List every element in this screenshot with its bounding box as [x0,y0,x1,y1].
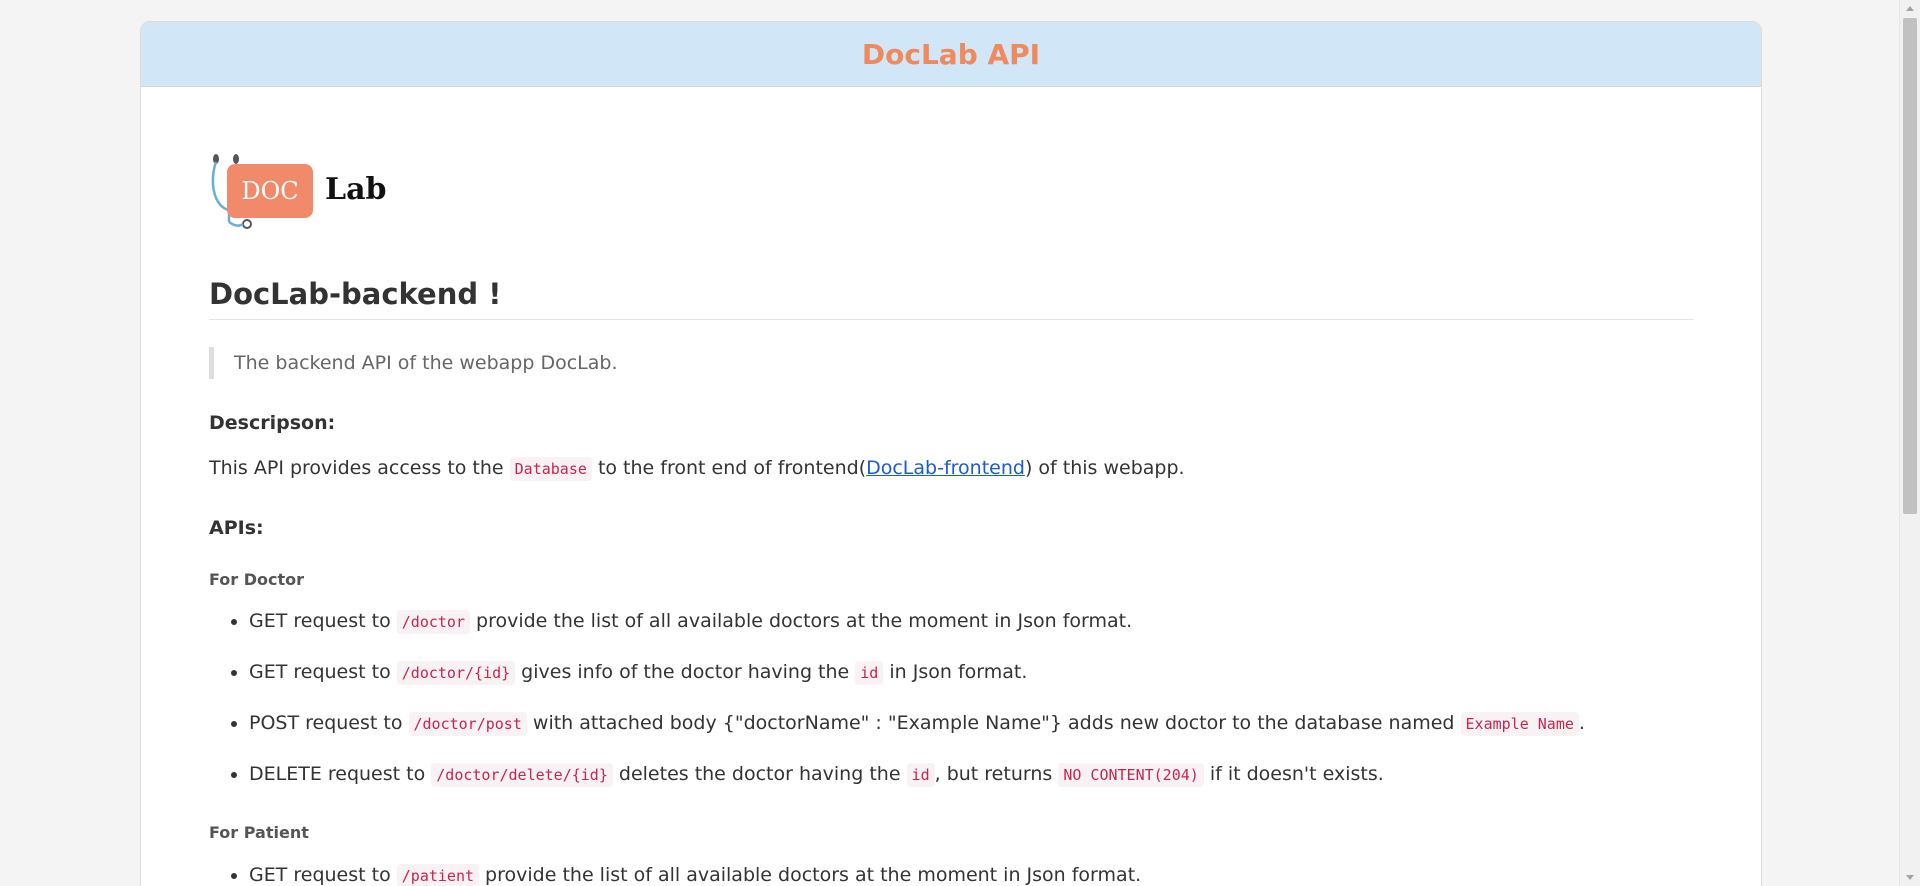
item-text: if it doesn't exists. [1203,763,1384,785]
scroll-down-arrow-icon[interactable] [1906,875,1914,880]
code-endpoint: /doctor/post [408,712,527,736]
list-item: DELETE request to /doctor/delete/{id} de… [249,760,1585,811]
tagline-text: The backend API of the webapp DocLab. [234,352,618,374]
code-endpoint: /doctor/{id} [396,661,516,685]
code-endpoint: /patient [396,864,480,886]
description-text: This API provides access to the [209,457,510,479]
code-inline: id [855,661,884,685]
description-heading: Descripson: [209,412,336,434]
scrollbar-thumb[interactable] [1903,18,1917,514]
doctor-api-list: GET request to /doctor provide the list … [209,607,1585,811]
code-endpoint: /doctor [396,610,470,634]
card-header: DocLab API [141,22,1761,87]
page: DocLab API DOC Lab DocLab-backend ! The … [0,0,1900,886]
readme-content: DOC Lab DocLab-backend ! The backend API… [209,152,1694,886]
item-text: GET request to [249,610,397,632]
list-item: GET request to /doctor provide the list … [249,607,1585,658]
scroll-up-arrow-icon[interactable] [1906,6,1914,11]
code-inline: Example Name [1460,712,1579,736]
vertical-scrollbar[interactable] [1899,0,1920,886]
doclab-logo: DOC Lab [209,152,409,232]
code-database: Database [509,457,592,481]
code-inline: id [906,763,935,787]
heading-wrap: DocLab-backend ! [209,277,1694,320]
patient-api-list: GET request to /patient provide the list… [209,861,1141,886]
project-tagline: The backend API of the webapp DocLab. [209,347,617,379]
list-item: GET request to /patient provide the list… [249,861,1141,886]
item-text: provide the list of all available doctor… [479,864,1142,886]
description-text: to the front end of frontend( [591,457,867,479]
item-text: . [1578,712,1585,734]
patient-section-heading: For Patient [209,823,309,842]
item-text: deletes the doctor having the [612,763,907,785]
logo-lab-text: Lab [325,172,387,207]
code-endpoint: /doctor/delete/{id} [431,763,613,787]
readme-card: DocLab API DOC Lab DocLab-backend ! The … [140,21,1762,886]
logo-doc-text: DOC [241,177,299,205]
item-text: POST request to [249,712,409,734]
list-item: GET request to /doctor/{id} gives info o… [249,658,1585,709]
doclab-frontend-link[interactable]: DocLab-frontend [866,457,1025,479]
page-title: DocLab API [861,37,1041,71]
item-text: GET request to [249,864,397,886]
description-text: ) of this webapp. [1024,457,1185,479]
doctor-section-heading: For Doctor [209,570,305,589]
code-inline: NO CONTENT(204) [1058,763,1204,787]
item-text: in Json format. [883,661,1028,683]
item-text: GET request to [249,661,397,683]
list-item: POST request to /doctor/post with attach… [249,709,1585,760]
description-paragraph: This API provides access to the Database… [209,454,1185,483]
readme-heading: DocLab-backend ! [209,277,1694,320]
item-text: gives info of the doctor having the [515,661,856,683]
item-text: with attached body {"doctorName" : "Exam… [526,712,1461,734]
item-text: provide the list of all available doctor… [469,610,1133,632]
logo-doc-badge: DOC [227,164,313,218]
item-text: , but returns [934,763,1059,785]
apis-heading: APIs: [209,517,264,539]
item-text: DELETE request to [249,763,432,785]
